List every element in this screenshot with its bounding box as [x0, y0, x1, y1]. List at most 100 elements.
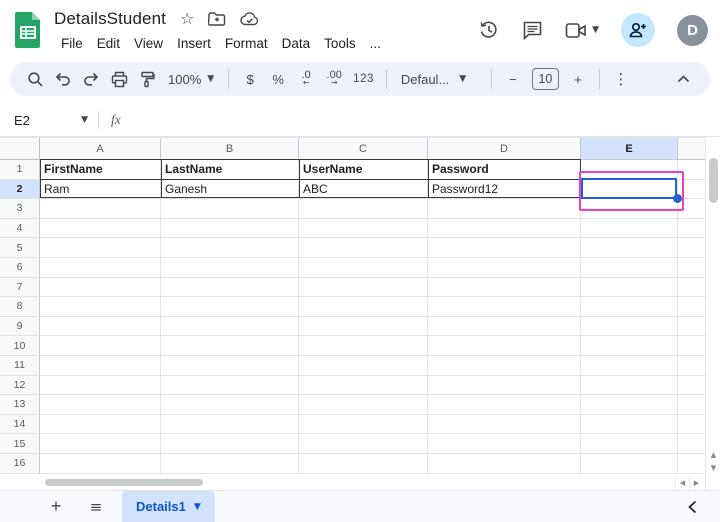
cell-D8[interactable] — [428, 297, 581, 317]
collapse-toolbar-icon[interactable] — [670, 66, 696, 92]
column-header-E[interactable]: E — [581, 138, 678, 160]
cell-A12[interactable] — [40, 376, 161, 396]
cell-partial-7[interactable] — [678, 278, 705, 298]
version-history-icon[interactable] — [478, 19, 500, 41]
name-box[interactable]: E2 ▼ — [0, 113, 98, 128]
column-header-D[interactable]: D — [428, 138, 581, 160]
cell-B12[interactable] — [161, 376, 299, 396]
row-header-8[interactable]: 8 — [0, 297, 40, 317]
cell-D13[interactable] — [428, 395, 581, 415]
cell-C11[interactable] — [299, 356, 428, 376]
cell-A6[interactable] — [40, 258, 161, 278]
vertical-scrollbar[interactable]: ▲ ▼ — [705, 137, 720, 490]
cell-D7[interactable] — [428, 278, 581, 298]
cell-B11[interactable] — [161, 356, 299, 376]
star-icon[interactable]: ☆ — [180, 11, 194, 27]
cell-D10[interactable] — [428, 336, 581, 356]
column-header-partial[interactable] — [678, 138, 705, 160]
undo-icon[interactable] — [50, 66, 76, 92]
cell-E5[interactable] — [581, 238, 678, 258]
formula-input[interactable] — [131, 104, 720, 136]
row-header-1[interactable]: 1 — [0, 160, 40, 180]
scroll-down-icon[interactable]: ▼ — [706, 461, 720, 474]
cell-B5[interactable] — [161, 238, 299, 258]
cell-B3[interactable] — [161, 199, 299, 219]
scroll-right-icon[interactable]: ▶ — [689, 475, 703, 490]
row-header-7[interactable]: 7 — [0, 278, 40, 298]
cell-C2[interactable]: ABC — [299, 180, 428, 200]
cell-partial-16[interactable] — [678, 454, 705, 474]
cell-D9[interactable] — [428, 317, 581, 337]
share-button[interactable] — [621, 13, 655, 47]
cell-D6[interactable] — [428, 258, 581, 278]
cell-E2[interactable] — [581, 180, 678, 200]
cell-D11[interactable] — [428, 356, 581, 376]
row-header-5[interactable]: 5 — [0, 238, 40, 258]
cell-partial-15[interactable] — [678, 434, 705, 454]
cell-B1[interactable]: LastName — [161, 160, 299, 180]
menu-item-insert[interactable]: Insert — [170, 34, 218, 53]
column-header-A[interactable]: A — [40, 138, 161, 160]
cell-A16[interactable] — [40, 454, 161, 474]
cell-B4[interactable] — [161, 219, 299, 239]
row-header-16[interactable]: 16 — [0, 454, 40, 474]
cell-D5[interactable] — [428, 238, 581, 258]
cell-D16[interactable] — [428, 454, 581, 474]
cell-C12[interactable] — [299, 376, 428, 396]
cell-A7[interactable] — [40, 278, 161, 298]
cell-C3[interactable] — [299, 199, 428, 219]
cell-A8[interactable] — [40, 297, 161, 317]
cell-C9[interactable] — [299, 317, 428, 337]
cell-C7[interactable] — [299, 278, 428, 298]
cell-B7[interactable] — [161, 278, 299, 298]
cell-E15[interactable] — [581, 434, 678, 454]
menu-item-view[interactable]: View — [127, 34, 170, 53]
row-header-9[interactable]: 9 — [0, 317, 40, 337]
row-header-2[interactable]: 2 — [0, 180, 40, 200]
cell-A14[interactable] — [40, 415, 161, 435]
font-family-select[interactable]: Defaul...▼ — [395, 72, 483, 87]
cell-C15[interactable] — [299, 434, 428, 454]
horizontal-scrollbar[interactable]: ◀ ▶ — [0, 475, 705, 490]
all-sheets-icon[interactable]: ≡ — [82, 493, 110, 521]
cell-partial-11[interactable] — [678, 356, 705, 376]
cloud-status-icon[interactable] — [240, 12, 260, 26]
print-icon[interactable] — [106, 66, 132, 92]
cell-partial-3[interactable] — [678, 199, 705, 219]
percent-format-button[interactable]: % — [265, 66, 291, 92]
cell-C13[interactable] — [299, 395, 428, 415]
cell-partial-4[interactable] — [678, 219, 705, 239]
cell-C4[interactable] — [299, 219, 428, 239]
cell-C14[interactable] — [299, 415, 428, 435]
horizontal-scrollbar-thumb[interactable] — [45, 479, 203, 486]
cell-partial-12[interactable] — [678, 376, 705, 396]
cell-C8[interactable] — [299, 297, 428, 317]
cell-E13[interactable] — [581, 395, 678, 415]
menu-item-file[interactable]: File — [54, 34, 90, 53]
cell-C1[interactable]: UserName — [299, 160, 428, 180]
cell-E11[interactable] — [581, 356, 678, 376]
cell-partial-6[interactable] — [678, 258, 705, 278]
cell-E9[interactable] — [581, 317, 678, 337]
menu-item-edit[interactable]: Edit — [90, 34, 127, 53]
row-header-11[interactable]: 11 — [0, 356, 40, 376]
cell-B9[interactable] — [161, 317, 299, 337]
column-header-C[interactable]: C — [299, 138, 428, 160]
cell-D1[interactable]: Password — [428, 160, 581, 180]
cell-E10[interactable] — [581, 336, 678, 356]
meet-button[interactable]: ▼ — [565, 22, 599, 39]
row-header-6[interactable]: 6 — [0, 258, 40, 278]
cell-partial-14[interactable] — [678, 415, 705, 435]
cell-A9[interactable] — [40, 317, 161, 337]
row-header-4[interactable]: 4 — [0, 219, 40, 239]
menu-item-data[interactable]: Data — [275, 34, 318, 53]
cell-D12[interactable] — [428, 376, 581, 396]
cell-E16[interactable] — [581, 454, 678, 474]
row-header-13[interactable]: 13 — [0, 395, 40, 415]
decrease-decimal-button[interactable]: .0← — [293, 66, 319, 92]
cell-E8[interactable] — [581, 297, 678, 317]
decrease-font-size-button[interactable]: − — [500, 66, 526, 92]
move-folder-icon[interactable] — [208, 12, 226, 26]
more-options-icon[interactable]: ⋮ — [608, 66, 634, 92]
cell-D14[interactable] — [428, 415, 581, 435]
